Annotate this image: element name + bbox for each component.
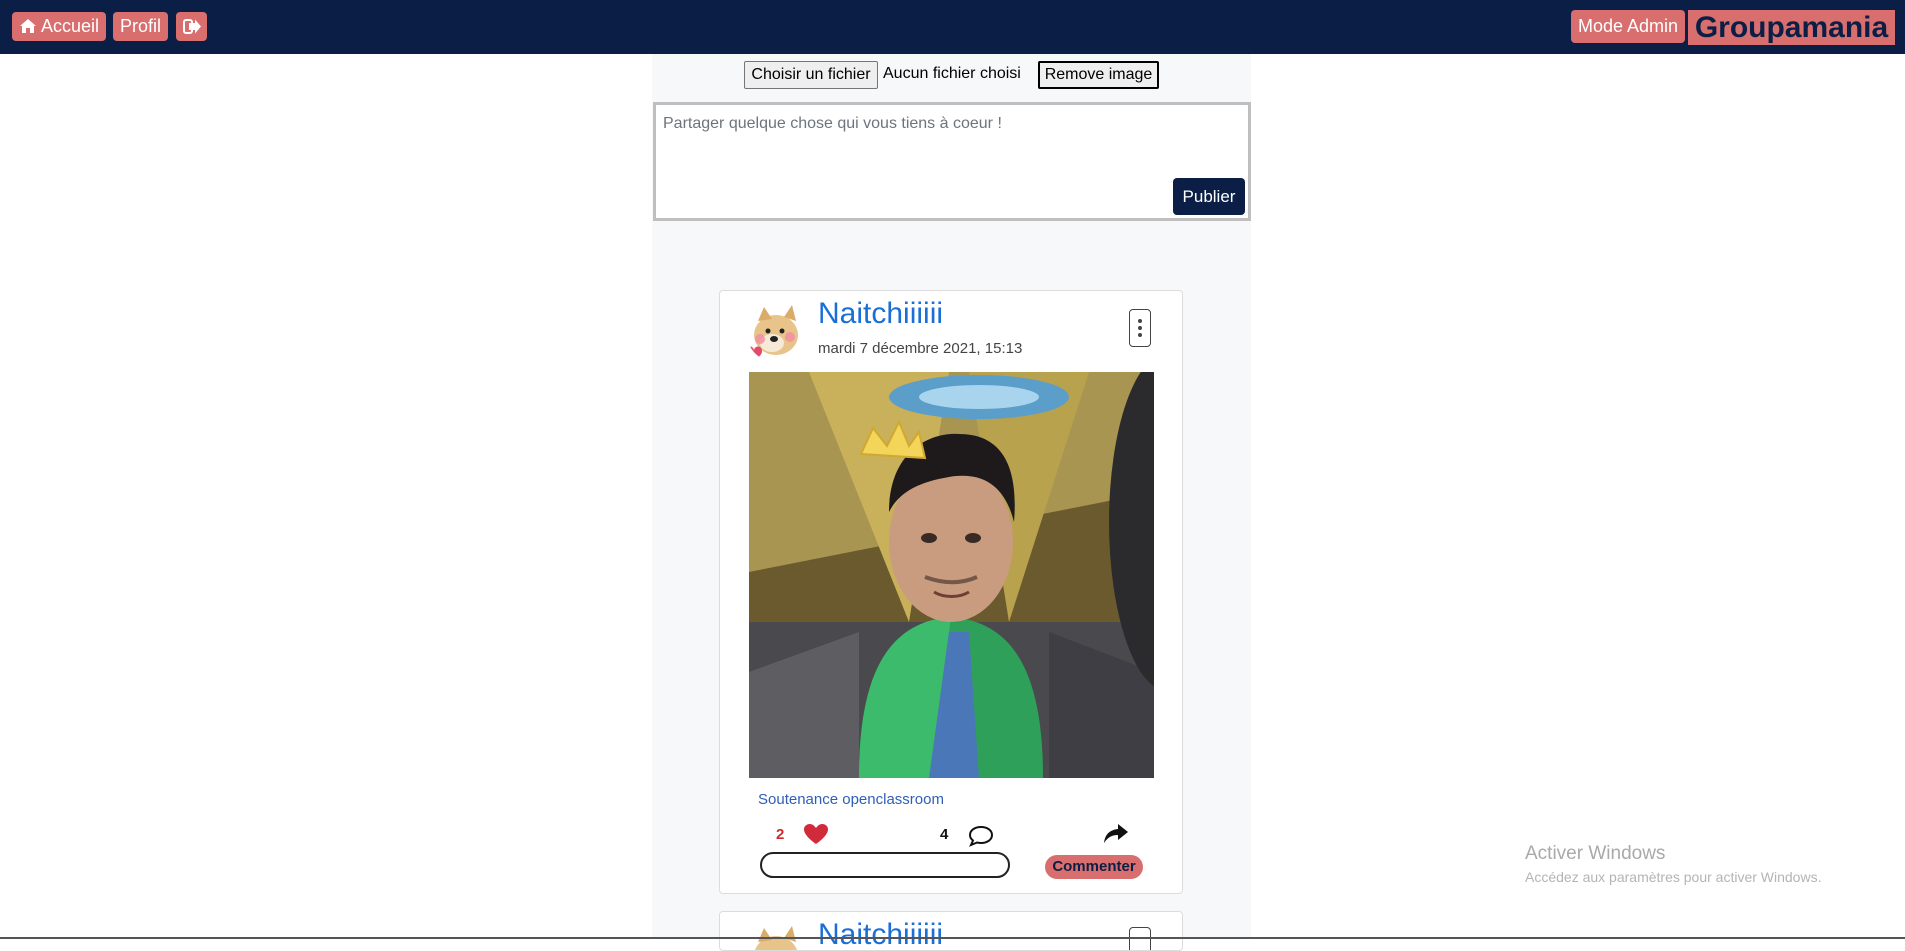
profile-button[interactable]: Profil (113, 12, 169, 41)
post-card: Naitchiiiiii (719, 911, 1183, 951)
post-image (749, 372, 1154, 778)
logout-button[interactable] (176, 12, 207, 41)
heart-icon[interactable] (803, 823, 829, 845)
post-date: mardi 7 décembre 2021, 15:13 (818, 340, 1023, 357)
windows-activation-title: Activer Windows (1525, 843, 1666, 864)
speech-bubble-icon[interactable] (968, 825, 994, 847)
share-icon[interactable] (1103, 823, 1129, 845)
windows-activation-subtitle: Accédez aux paramètres pour activer Wind… (1525, 869, 1822, 885)
brand-logo[interactable]: Groupamania (1688, 10, 1895, 45)
kebab-menu-icon[interactable] (1129, 927, 1151, 950)
home-icon (20, 19, 36, 33)
composer-textarea[interactable]: Partager quelque chose qui vous tiens à … (663, 115, 1002, 133)
comment-input[interactable] (760, 852, 1010, 878)
choose-file-button[interactable]: Choisir un fichier (744, 61, 878, 89)
top-navbar: Accueil Profil Mode Admin Groupamania (0, 0, 1905, 54)
admin-mode-button[interactable]: Mode Admin (1571, 10, 1686, 43)
post-author[interactable]: Naitchiiiiii (818, 918, 943, 950)
avatar[interactable] (746, 920, 810, 950)
post-composer[interactable]: Partager quelque chose qui vous tiens à … (653, 102, 1251, 221)
comment-count: 4 (940, 826, 949, 843)
home-button[interactable]: Accueil (12, 12, 107, 41)
avatar[interactable] (746, 299, 810, 363)
post-caption: Soutenance openclassroom (758, 791, 944, 808)
remove-image-button[interactable]: Remove image (1038, 61, 1159, 89)
logout-icon (183, 19, 201, 34)
kebab-menu-icon[interactable] (1129, 309, 1151, 347)
comment-button[interactable]: Commenter (1045, 855, 1143, 879)
post-card: Naitchiiiiii mardi 7 décembre 2021, 15:1… (719, 290, 1183, 894)
post-author[interactable]: Naitchiiiiii (818, 297, 943, 331)
like-count: 2 (776, 826, 785, 843)
home-label: Accueil (41, 16, 100, 36)
publish-button[interactable]: Publier (1173, 178, 1245, 215)
file-status-text: Aucun fichier choisi (883, 65, 1021, 82)
